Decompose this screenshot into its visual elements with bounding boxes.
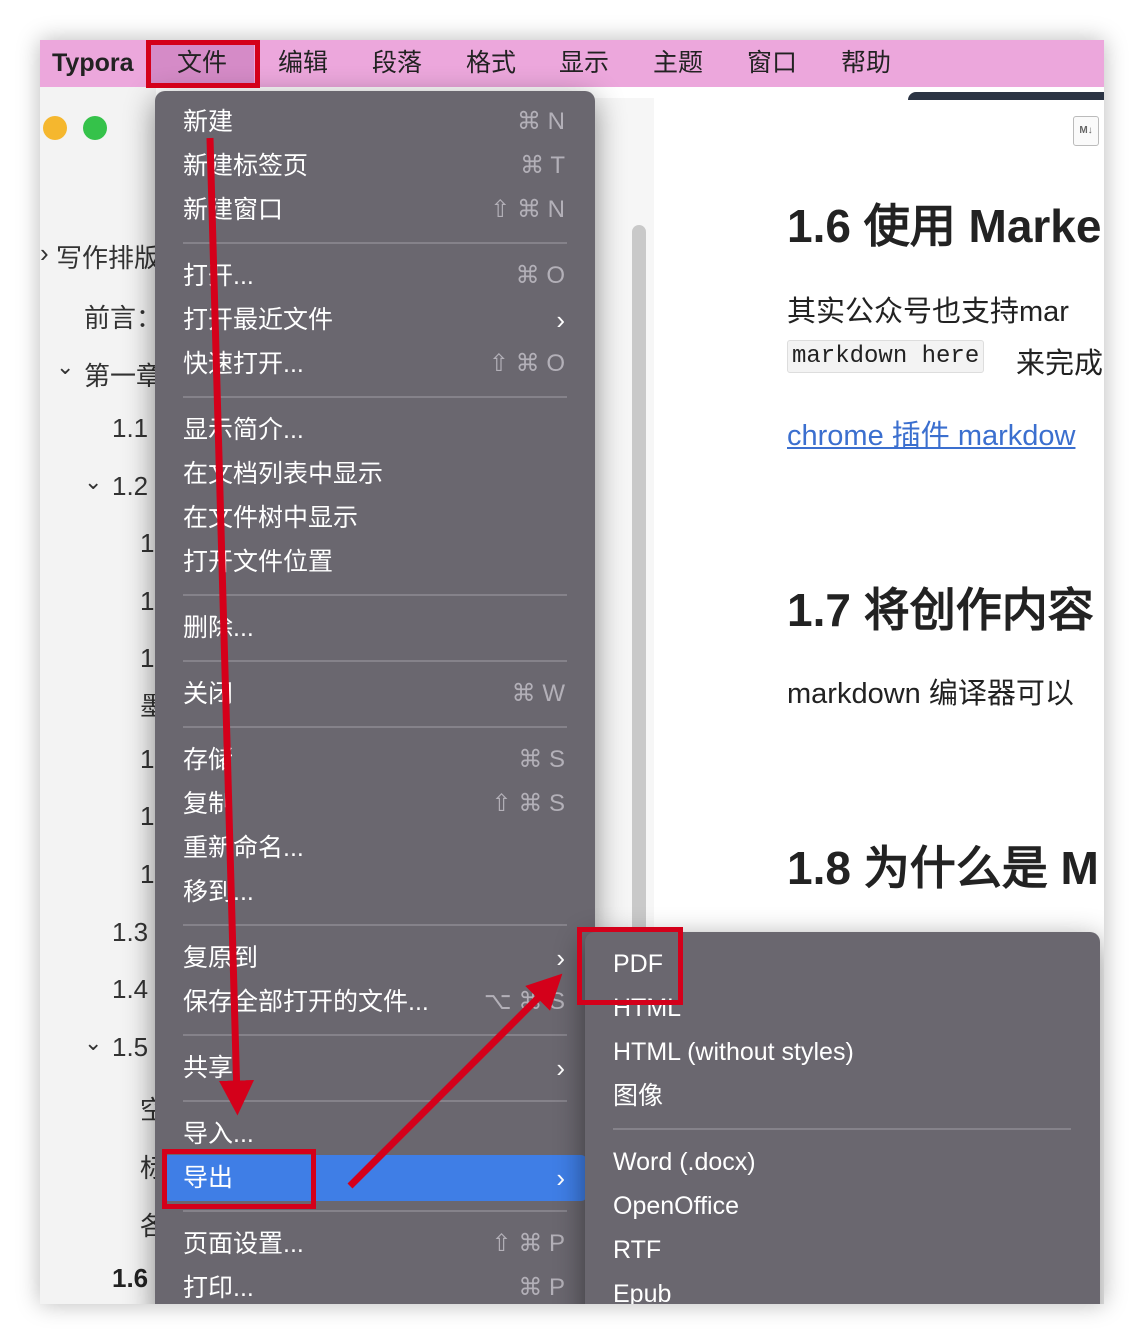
arrow-down-to-export bbox=[206, 137, 255, 1116]
annotation-arrows bbox=[206, 137, 563, 1189]
screenshot: Typora 文件 编辑 段落 格式 显示 主题 窗口 帮助 › 写作排版 前言… bbox=[40, 40, 1104, 1304]
arrow-to-pdf bbox=[347, 973, 563, 1189]
